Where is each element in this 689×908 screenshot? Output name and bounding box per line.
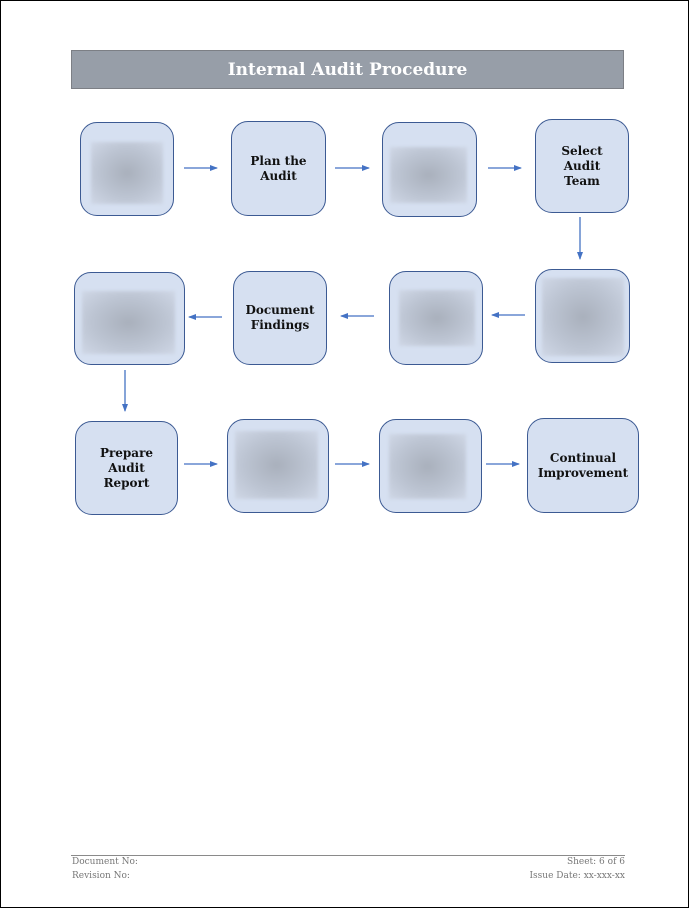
redacted-content bbox=[390, 147, 467, 203]
step-label: Continual Improvement bbox=[537, 450, 629, 480]
redacted-content bbox=[389, 434, 466, 499]
step-box-document-findings: Document Findings bbox=[233, 271, 327, 365]
document-page: Internal Audit Procedure Plan the Audit … bbox=[0, 0, 689, 908]
step-label: Select Audit Team bbox=[561, 143, 603, 188]
step-label: Prepare Audit Report bbox=[99, 445, 154, 490]
redacted-content bbox=[82, 291, 175, 354]
footer-document-no: Document No: bbox=[72, 857, 138, 867]
footer-sheet: Sheet: 6 of 6 bbox=[566, 857, 625, 867]
page-title: Internal Audit Procedure bbox=[71, 50, 624, 89]
step-box-plan-the-audit: Plan the Audit bbox=[231, 121, 326, 216]
step-box-redacted-4 bbox=[389, 271, 483, 365]
redacted-content bbox=[235, 431, 318, 499]
step-label: Document Findings bbox=[245, 303, 315, 332]
step-label: Plan the Audit bbox=[250, 153, 307, 183]
step-box-select-audit-team: Select Audit Team bbox=[535, 119, 629, 213]
step-box-redacted-3 bbox=[74, 272, 185, 365]
footer-issue-date: Issue Date: xx-xxx-xx bbox=[529, 871, 626, 881]
step-box-redacted-1 bbox=[80, 122, 174, 216]
redacted-content bbox=[542, 278, 624, 356]
step-box-redacted-2 bbox=[382, 122, 477, 217]
redacted-content bbox=[91, 142, 163, 204]
footer-divider bbox=[71, 855, 625, 856]
step-box-redacted-7 bbox=[379, 419, 482, 513]
footer-revision-no: Revision No: bbox=[72, 871, 130, 881]
step-box-continual-improvement: Continual Improvement bbox=[527, 418, 639, 513]
step-box-redacted-6 bbox=[227, 419, 329, 513]
step-box-prepare-audit-report: Prepare Audit Report bbox=[75, 421, 178, 515]
step-box-redacted-5 bbox=[535, 269, 630, 363]
redacted-content bbox=[399, 290, 475, 346]
